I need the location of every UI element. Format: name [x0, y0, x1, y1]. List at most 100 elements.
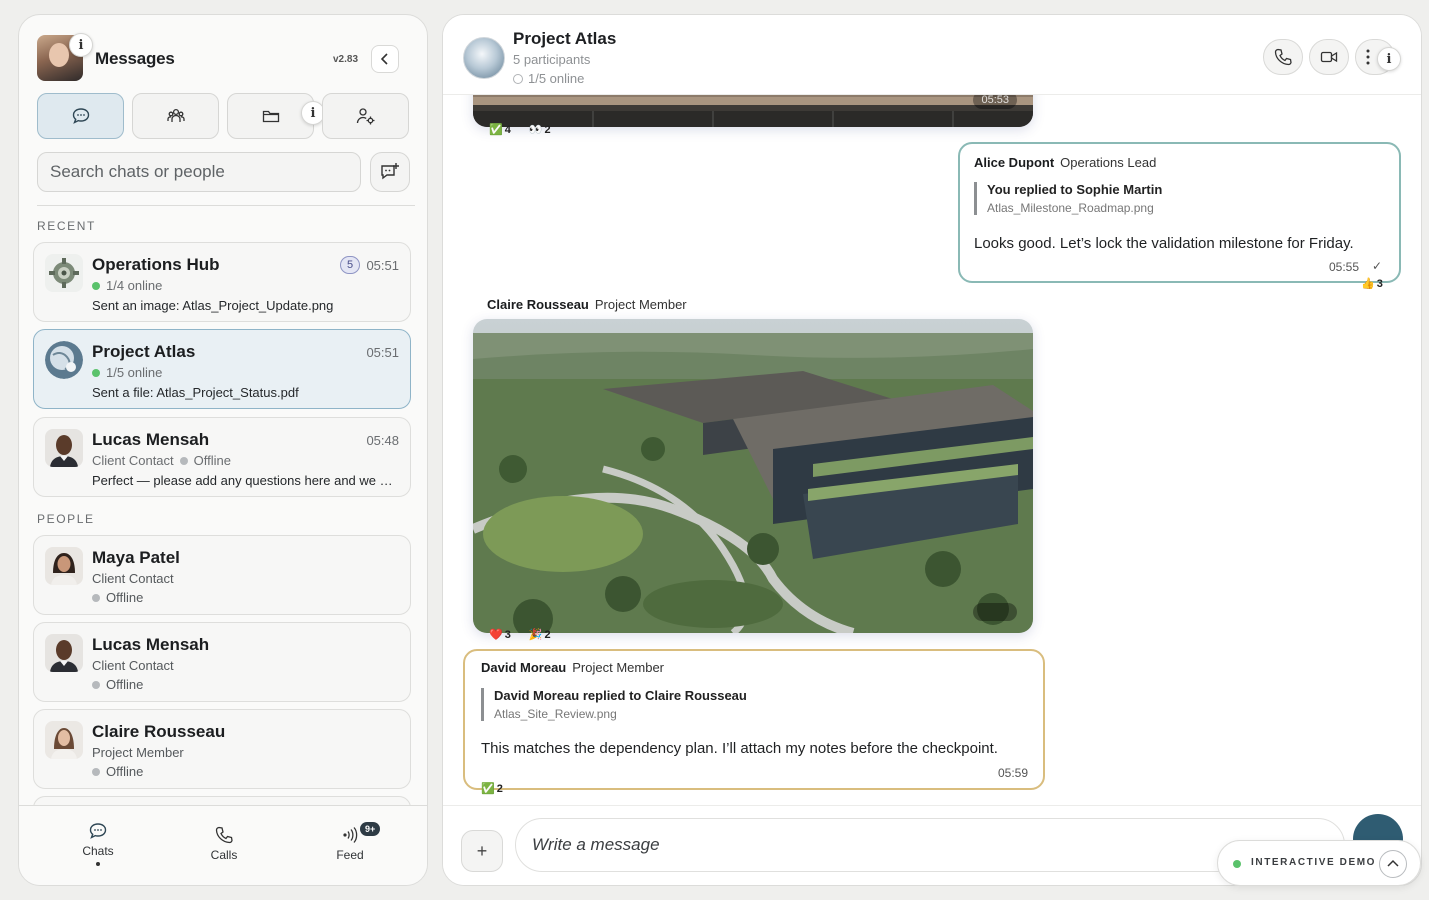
nav-feed-label: Feed [336, 848, 364, 862]
avatar [45, 634, 83, 672]
reaction-chip[interactable]: 👀 2 [529, 123, 551, 137]
collapse-sidebar-button[interactable] [371, 45, 399, 73]
person-status: Offline [92, 590, 143, 605]
new-chat-button[interactable] [370, 152, 410, 192]
offline-dot [179, 456, 188, 465]
nav-feed[interactable]: Feed 9+ [310, 822, 390, 862]
chat-preview: Sent an image: Atlas_Project_Update.png [92, 298, 334, 313]
chat-bubble-icon [72, 108, 89, 124]
conversation-header: Project Atlas 5 participants 1/5 online … [443, 15, 1421, 95]
interactive-demo-pill[interactable]: INTERACTIVE DEMO [1217, 840, 1421, 886]
chat-preview: Perfect — please add any questions here … [92, 473, 402, 488]
chat-time: 05:48 [366, 433, 399, 448]
user-settings-icon [356, 108, 374, 125]
section-label-people: PEOPLE [37, 512, 95, 526]
nav-chats-label: Chats [82, 844, 114, 858]
tab-groups[interactable] [132, 93, 219, 139]
person-lucas-mensah[interactable]: Lucas Mensah Client Contact Offline [33, 622, 411, 702]
reply-attachment: Atlas_Site_Review.png [494, 707, 617, 721]
online-dot [92, 281, 100, 290]
image-message-claire[interactable] [473, 319, 1033, 633]
demo-toggle-button[interactable] [1379, 850, 1407, 878]
message-time: 05:55 [1329, 260, 1360, 274]
sidebar-title: Messages [95, 49, 175, 68]
person-name: Lucas Mensah [92, 635, 210, 654]
image-message-previous[interactable]: 05:53 [473, 95, 1033, 127]
message-bubble-david[interactable]: David Moreau Project Member David Moreau … [463, 649, 1045, 790]
offline-dot [92, 680, 100, 689]
avatar [45, 721, 83, 759]
conversation-panel: Project Atlas 5 participants 1/5 online … [442, 14, 1422, 886]
nav-calls[interactable]: Calls [184, 822, 264, 862]
nav-chats[interactable]: Chats [58, 818, 138, 866]
recent-chat-operations-hub[interactable]: Operations Hub 5 05:51 1/4 online Sent a… [33, 242, 411, 322]
reply-quote[interactable]: You replied to Sophie Martin Atlas_Miles… [974, 182, 1162, 215]
recent-chat-lucas-mensah[interactable]: Lucas Mensah 05:48 Client Contact Offline… [33, 417, 411, 497]
plus-icon: + [476, 840, 488, 861]
message-author: David Moreau Project Member [481, 660, 664, 675]
person-status: Offline [92, 677, 143, 692]
offline-dot [92, 593, 100, 602]
voice-call-button[interactable] [1263, 39, 1303, 75]
nav-calls-label: Calls [210, 848, 238, 862]
online-count: 1/5 online [513, 71, 584, 86]
sidebar-divider [37, 205, 415, 206]
demo-label: INTERACTIVE DEMO [1251, 857, 1377, 868]
avatar [45, 547, 83, 585]
active-indicator [96, 862, 100, 866]
chat-name: Project Atlas [92, 342, 196, 361]
search-input[interactable] [38, 153, 360, 191]
unread-badge: 5 [340, 256, 360, 274]
bottom-nav: Chats Calls Feed 9+ [19, 805, 427, 885]
group-avatar[interactable] [463, 37, 505, 79]
chat-preview: Sent a file: Atlas_Project_Status.pdf [92, 385, 299, 400]
status-ring-icon [513, 73, 523, 84]
chat-time: 05:51 [366, 258, 399, 273]
tab-chats[interactable] [37, 93, 124, 139]
attach-button[interactable]: + [461, 830, 503, 872]
chat-time: 05:51 [366, 345, 399, 360]
chat-status: Client Contact Offline [92, 453, 231, 468]
info-icon[interactable]: i [1377, 47, 1401, 71]
person-role: Client Contact [92, 571, 174, 586]
message-text: Looks good. Let’s lock the validation mi… [974, 235, 1354, 252]
video-call-button[interactable] [1309, 39, 1349, 75]
participants-count[interactable]: 5 participants [513, 52, 590, 67]
message-time: 05:59 [998, 766, 1029, 780]
person-maya-patel[interactable]: Maya Patel Client Contact Offline [33, 535, 411, 615]
reaction-chip[interactable]: 🎉 2 [529, 628, 551, 642]
reaction-chip[interactable]: ❤️ 3 [489, 628, 511, 642]
section-label-recent: RECENT [37, 219, 96, 233]
info-icon[interactable]: i [69, 33, 93, 57]
tab-user-settings[interactable] [322, 93, 409, 139]
feed-badge: 9+ [360, 822, 381, 836]
folder-icon [262, 110, 279, 123]
group-avatar [45, 341, 83, 379]
video-camera-icon [1320, 51, 1338, 63]
reactions-bar: ✅ 4 👀 2 [489, 123, 551, 137]
sidebar-panel: i Messages v2.83 i RECENT Operations [18, 14, 428, 886]
version-label: v2.83 [333, 54, 359, 65]
message-list[interactable]: 05:53 ✅ 4 👀 2 Alice Dupont Operations Lead … [443, 95, 1421, 807]
person-role: Client Contact [92, 658, 174, 673]
message-author: Claire Rousseau Project Member [487, 297, 687, 312]
person-status: Offline [92, 764, 143, 779]
online-dot [92, 368, 100, 377]
sidebar-header: i Messages v2.83 [37, 33, 409, 83]
reactions-bar: ❤️ 3 🎉 2 [489, 628, 551, 642]
search-box [37, 152, 361, 192]
broadcast-icon [343, 827, 358, 843]
recent-chat-project-atlas[interactable]: Project Atlas 05:51 1/5 online Sent a fi… [33, 329, 411, 409]
chat-name: Lucas Mensah [92, 430, 210, 449]
message-bubble-alice[interactable]: Alice Dupont Operations Lead You replied … [958, 142, 1401, 283]
reaction-chip[interactable]: ✅ 2 [481, 782, 503, 796]
person-claire-rousseau[interactable]: Claire Rousseau Project Member Offline [33, 709, 411, 789]
campus-aerial-image [473, 319, 1033, 633]
reaction-chip[interactable]: 👍 3 [1361, 277, 1383, 291]
reaction-chip[interactable]: ✅ 4 [489, 123, 511, 137]
chat-name: Operations Hub [92, 255, 220, 274]
reply-quote[interactable]: David Moreau replied to Claire Rousseau … [481, 688, 747, 721]
phone-icon [215, 826, 233, 844]
person-role: Project Member [92, 745, 184, 760]
reply-title: David Moreau replied to Claire Rousseau [494, 688, 747, 703]
